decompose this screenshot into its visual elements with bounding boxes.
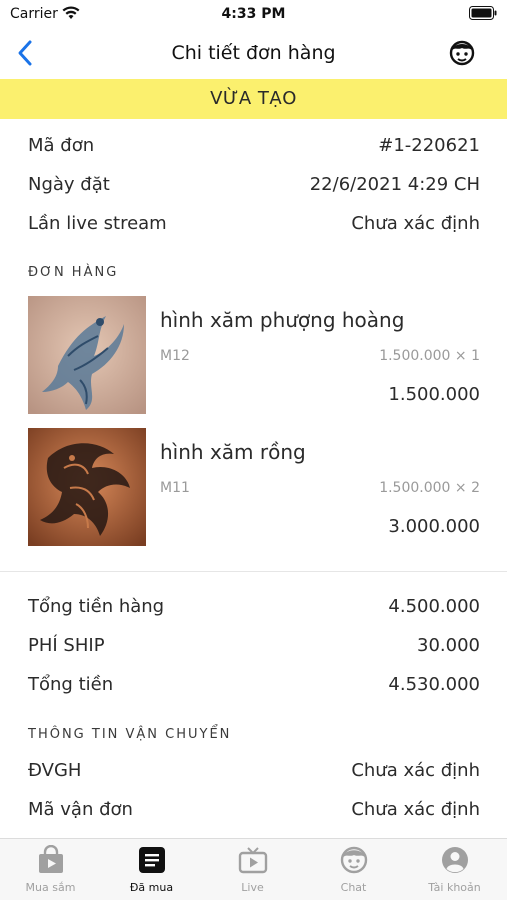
tracking-row: Mã vận đơn Chưa xác định (28, 795, 480, 825)
account-icon (442, 847, 468, 873)
product-name: hình xăm rồng (160, 440, 306, 464)
product-sku: M11 (160, 480, 190, 496)
order-items-header: ĐƠN HÀNG (28, 265, 119, 280)
tab-label: Tài khoản (428, 881, 481, 894)
product-line-total: 3.000.000 (388, 516, 480, 537)
product-image-phoenix (28, 296, 146, 414)
list-item[interactable]: hình xăm rồng M11 1.500.000 × 2 3.000.00… (28, 428, 480, 546)
tracking-value: Chưa xác định (351, 799, 480, 820)
livestream-row: Lần live stream Chưa xác định (28, 209, 480, 239)
tab-label: Chat (340, 881, 367, 894)
order-status-banner: VỪA TẠO (0, 79, 507, 119)
phoenix-tattoo-image (28, 296, 146, 414)
subtotal-row: Tổng tiền hàng 4.500.000 (28, 592, 480, 622)
carrier-label: ĐVGH (28, 760, 82, 781)
product-name: hình xăm phượng hoàng (160, 308, 405, 332)
status-bar: Carrier 4:33 PM (0, 0, 507, 30)
battery-icon (469, 6, 497, 20)
product-line-total: 1.500.000 (388, 384, 480, 405)
carrier-value: Chưa xác định (351, 760, 480, 781)
tv-icon (238, 847, 268, 874)
livestream-label: Lần live stream (28, 213, 167, 234)
product-qty-price: 1.500.000 × 1 (379, 348, 480, 364)
order-date-row: Ngày đặt 22/6/2021 4:29 CH (28, 170, 480, 200)
order-id-value: #1-220621 (378, 135, 480, 156)
tracking-label: Mã vận đơn (28, 799, 133, 820)
shipping-fee-label: PHÍ SHIP (28, 635, 105, 656)
tab-label: Mua sắm (25, 881, 76, 894)
receipt-icon (139, 847, 165, 873)
chat-face-icon (340, 846, 368, 874)
order-date-value: 22/6/2021 4:29 CH (309, 174, 480, 195)
divider (0, 571, 507, 572)
tab-live[interactable]: Live (202, 839, 303, 900)
shopping-bag-icon (39, 845, 63, 873)
grand-total-label: Tổng tiền (28, 674, 114, 695)
product-qty-price: 1.500.000 × 2 (379, 480, 480, 496)
tab-shopping[interactable]: Mua sắm (0, 839, 101, 900)
grand-total-row: Tổng tiền 4.530.000 (28, 670, 480, 700)
nav-bar: Chi tiết đơn hàng (0, 30, 507, 78)
shipping-fee-row: PHÍ SHIP 30.000 (28, 631, 480, 661)
tab-chat[interactable]: Chat (303, 839, 404, 900)
grand-total-value: 4.530.000 (388, 674, 480, 695)
support-button[interactable] (447, 38, 477, 68)
order-date-label: Ngày đặt (28, 174, 110, 195)
product-image-dragon (28, 428, 146, 546)
subtotal-value: 4.500.000 (388, 596, 480, 617)
tab-purchased[interactable]: Đã mua (101, 839, 202, 900)
support-face-icon (449, 40, 475, 66)
carrier-row: ĐVGH Chưa xác định (28, 756, 480, 786)
tab-label: Live (241, 881, 264, 894)
subtotal-label: Tổng tiền hàng (28, 596, 165, 617)
tab-account[interactable]: Tài khoản (404, 839, 505, 900)
page-title: Chi tiết đơn hàng (171, 42, 336, 64)
clock: 4:33 PM (221, 6, 286, 22)
order-id-row: Mã đơn #1-220621 (28, 131, 480, 161)
shipping-fee-value: 30.000 (417, 635, 480, 656)
tab-bar: Mua sắm Đã mua Live Chat Tài khoản (0, 838, 507, 900)
tab-label: Đã mua (129, 881, 174, 894)
livestream-value: Chưa xác định (351, 213, 480, 234)
shipping-info-header: THÔNG TIN VẬN CHUYỂN (28, 727, 232, 742)
dragon-tattoo-image (28, 428, 146, 546)
list-item[interactable]: hình xăm phượng hoàng M12 1.500.000 × 1 … (28, 296, 480, 414)
product-sku: M12 (160, 348, 190, 364)
order-id-label: Mã đơn (28, 135, 95, 156)
